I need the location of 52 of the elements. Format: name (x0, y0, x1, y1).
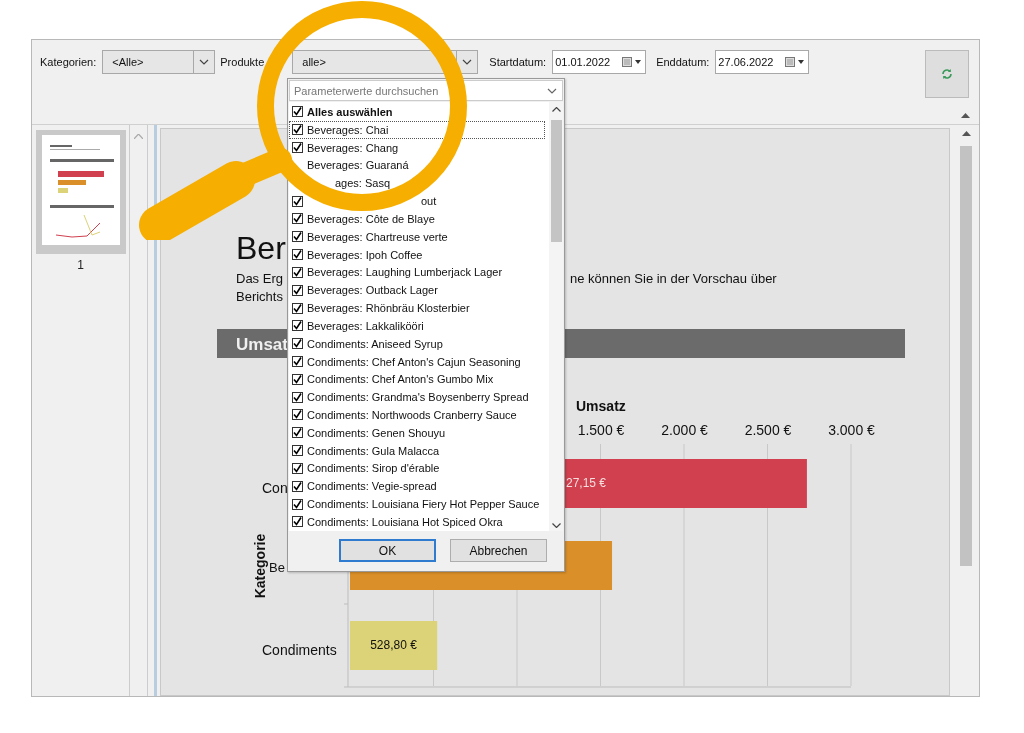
product-label[interactable]: Beverages: Guaraná (307, 159, 409, 172)
product-label[interactable]: ages: Sasq (335, 177, 391, 190)
product-label[interactable]: Condiments: Louisiana Fiery Hot Pepper Sauce (307, 498, 540, 511)
intro-text: Das Erg (236, 271, 283, 286)
product-label[interactable]: Beverages: Chartreuse verte (307, 230, 448, 243)
axis-title: Kategorie (252, 533, 268, 599)
page-number: 1 (77, 258, 84, 272)
chart-title: Umsatz (576, 398, 626, 414)
select-all-checkbox[interactable]: Alles auswählen (289, 103, 396, 121)
product-label[interactable]: Condiments: Northwoods Cranberry Sauce (307, 409, 517, 421)
ok-button[interactable]: OK (339, 539, 436, 562)
product-label[interactable]: Beverages: Chai (307, 123, 389, 136)
category-label: Condiments (262, 642, 337, 658)
product-label[interactable]: Condiments: Vegie-spread (307, 480, 437, 493)
bar-value-label: 27,15 € (566, 476, 607, 490)
focused-row[interactable]: Beverages: Chai (289, 120, 545, 139)
product-label[interactable]: Condiments: Genen Shouyu (307, 426, 446, 439)
report-title: Ber (236, 230, 286, 266)
combo-box[interactable]: <Alle> (102, 50, 216, 74)
field-label: Kategorien: (40, 55, 97, 70)
date-field[interactable]: 01.01.2022 (552, 50, 647, 74)
cancel-button[interactable]: Abbrechen (450, 539, 547, 562)
field-label: Startdatum: (489, 55, 547, 70)
date-field[interactable]: 27.06.2022 (715, 50, 810, 74)
intro-text: Berichts (236, 289, 283, 304)
field-label: Enddatum: (656, 55, 710, 70)
search-field[interactable]: Parameterwerte durchsuchen (289, 80, 563, 101)
product-label[interactable]: Beverages: Outback Lager (307, 284, 438, 297)
axis-tick-label: 1.500 € (577, 422, 625, 438)
category-label: Con (262, 480, 288, 496)
bar-value-label: 528,80 € (370, 638, 417, 652)
product-label[interactable]: Condiments: Sirop d'érable (307, 462, 440, 475)
product-label[interactable]: Beverages: Rhönbräu Klosterbier (307, 302, 470, 314)
intro-text: ne können Sie in der Vorschau über (570, 271, 777, 286)
product-label[interactable]: Beverages: Chang (307, 141, 399, 154)
section-header: Umsat (236, 335, 288, 354)
product-label[interactable]: Condiments: Chef Anton's Cajun Seasoning (307, 355, 521, 368)
product-label[interactable]: Condiments: Aniseed Syrup (307, 337, 443, 350)
axis-tick-label: 2.500 € (744, 422, 792, 438)
axis-tick-label: 2.000 € (661, 422, 708, 438)
product-label[interactable]: out (421, 195, 437, 208)
field-label: Produkte (220, 55, 265, 70)
product-label[interactable]: Condiments: Grandma's Boysenberry Spread (307, 391, 529, 404)
category-label: Be (269, 560, 285, 575)
product-label[interactable]: Beverages: Laughing Lumberjack Lager (307, 266, 503, 279)
product-label[interactable]: Condiments: Chef Anton's Gumbo Mix (307, 373, 494, 386)
product-label[interactable]: Beverages: Côte de Blaye (307, 212, 435, 225)
product-label[interactable]: Condiments: Louisiana Hot Spiced Okra (307, 515, 503, 528)
product-label[interactable]: Beverages: Lakkalikööri (307, 319, 424, 332)
product-label[interactable]: Beverages: Ipoh Coffee (307, 248, 423, 261)
product-label[interactable]: Condiments: Gula Malacca (307, 444, 440, 457)
axis-tick-label: 3.000 € (828, 422, 875, 438)
